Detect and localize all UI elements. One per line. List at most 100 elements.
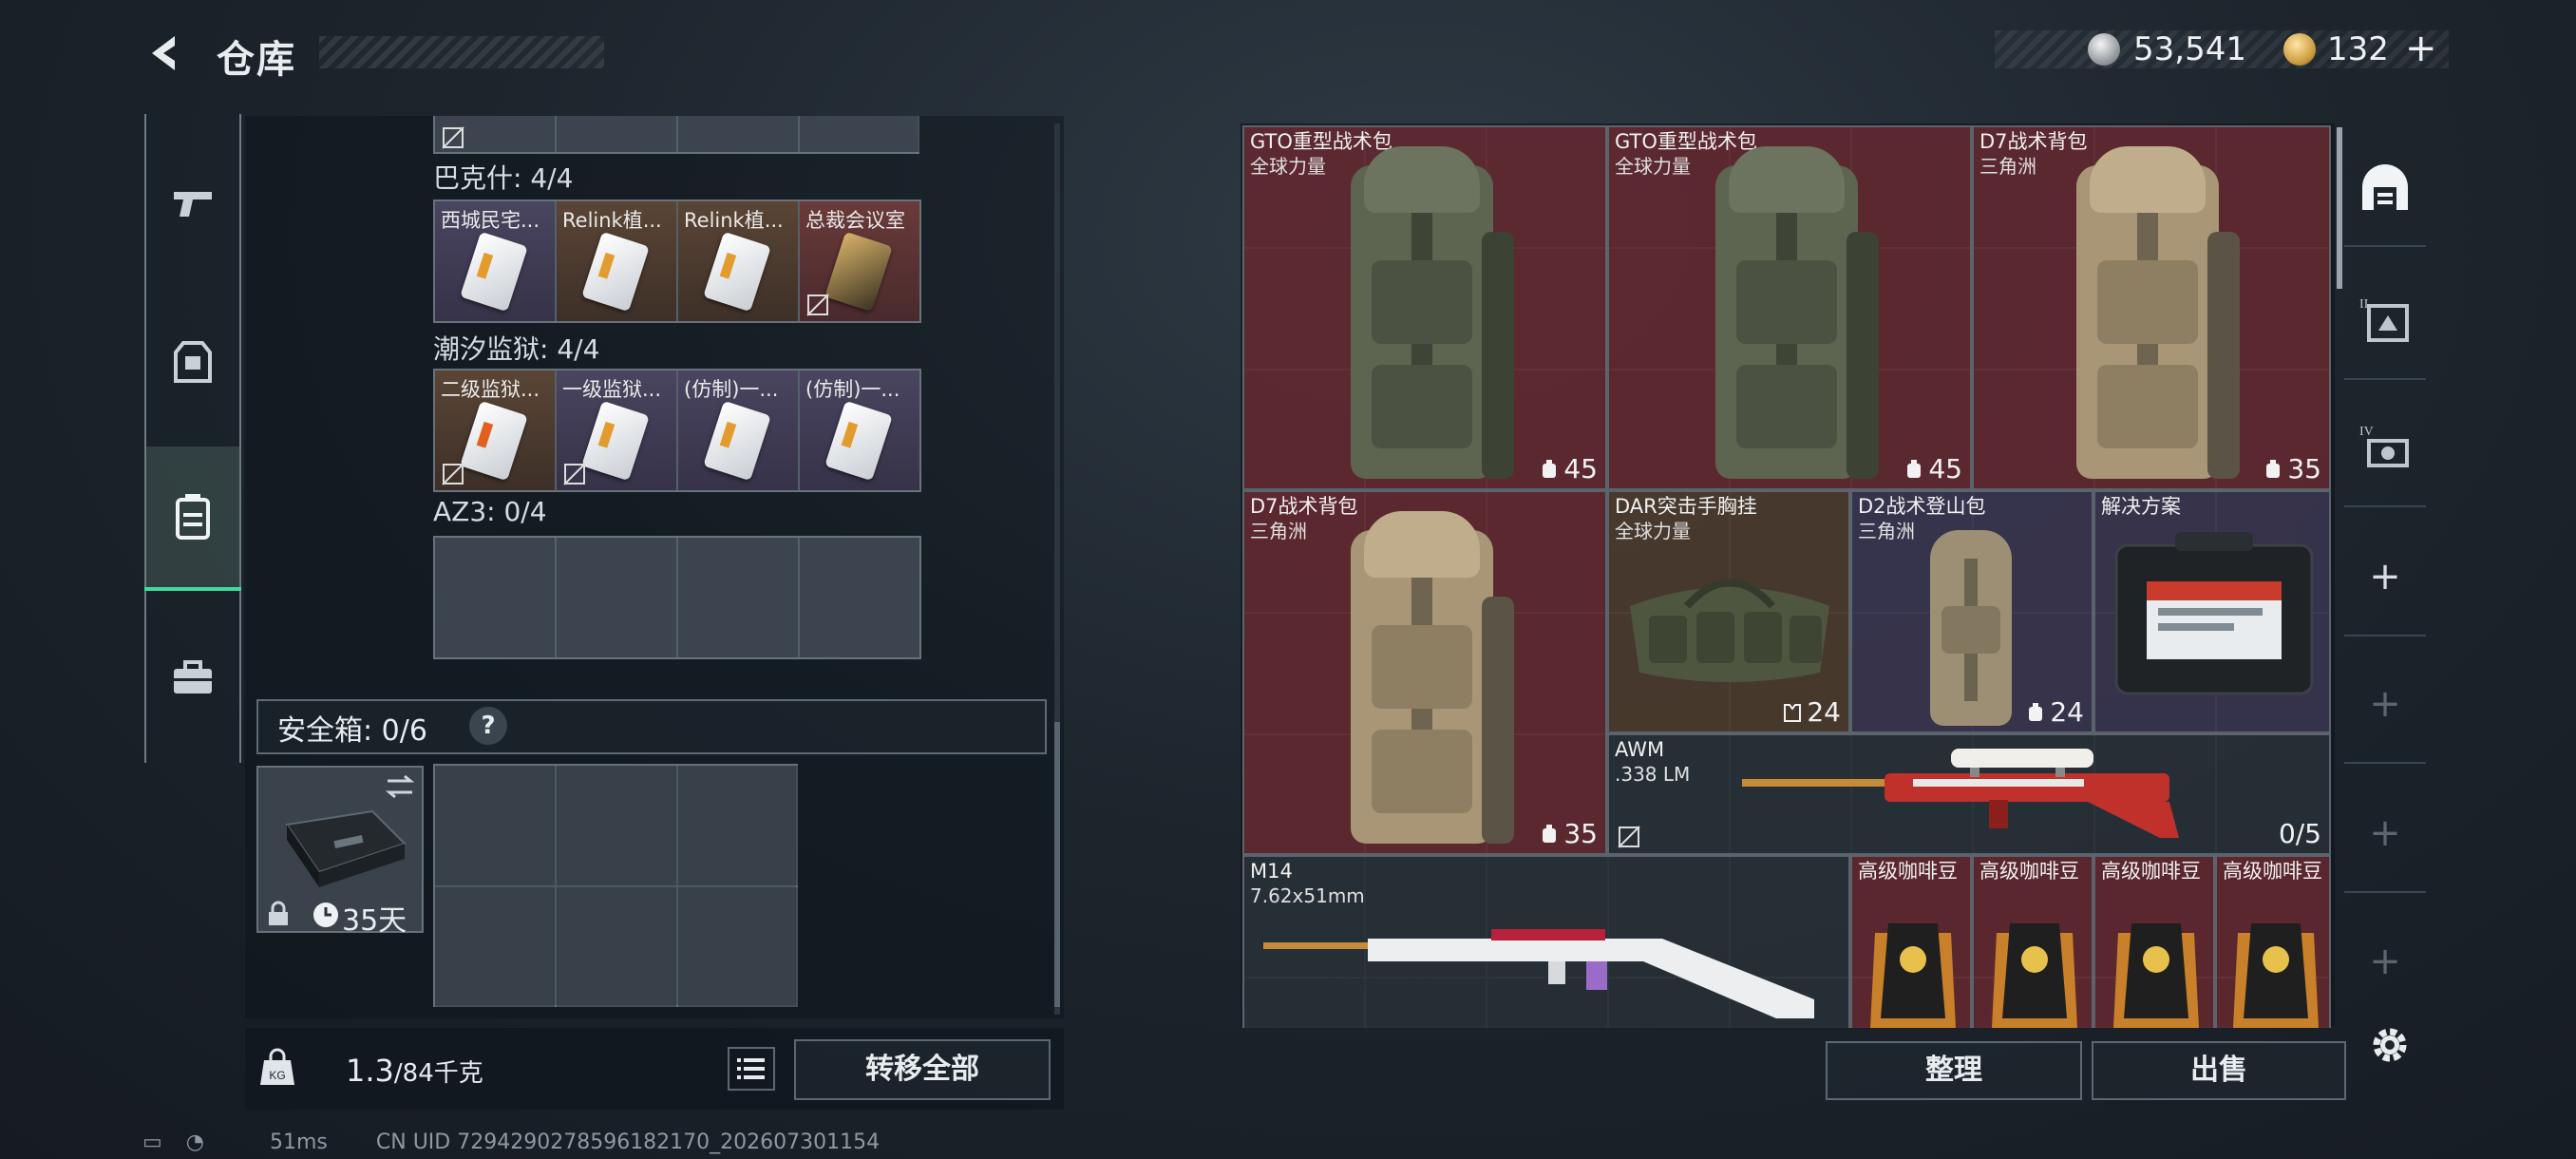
item-name: AWM xyxy=(1615,738,1665,761)
item-name: 高级咖啡豆 xyxy=(2223,860,2322,883)
keycard-item[interactable]: Relink植... xyxy=(678,201,798,321)
sort-button[interactable]: 整理 xyxy=(1826,1041,2082,1100)
plus-icon: + xyxy=(2369,682,2401,726)
safe-slot[interactable] xyxy=(678,766,798,885)
backpack-small-icon xyxy=(2029,703,2043,721)
safe-slot[interactable] xyxy=(435,766,555,885)
keycard-item[interactable]: 西城民宅... xyxy=(435,201,555,321)
no-drop-icon xyxy=(442,463,464,485)
stash-tab-2[interactable]: II xyxy=(2344,262,2426,380)
key-slot[interactable] xyxy=(800,538,919,657)
key-slot[interactable] xyxy=(678,116,798,152)
item-name: D7战术背包 xyxy=(1250,495,1358,518)
keycard-item[interactable]: 一级监狱... xyxy=(557,370,676,490)
rail-backpack-button[interactable] xyxy=(144,446,241,591)
add-stash-tab-button[interactable]: + xyxy=(2344,775,2426,893)
stash-item[interactable]: 高级咖啡豆 xyxy=(1850,855,1972,1028)
keycard-image xyxy=(460,231,528,313)
vest-small-icon xyxy=(1784,704,1802,722)
keycard-item[interactable]: (仿制)一... xyxy=(800,370,919,490)
transfer-all-button[interactable]: 转移全部 xyxy=(794,1039,1051,1100)
keycard-name: Relink植... xyxy=(684,209,784,232)
safe-slot[interactable] xyxy=(557,887,676,1007)
safe-box-label: 安全箱: 0/6 xyxy=(277,714,427,748)
key-slot[interactable] xyxy=(435,538,555,657)
add-gold-button[interactable]: + xyxy=(2405,27,2437,70)
safe-slot[interactable] xyxy=(557,766,676,885)
safe-box-container[interactable]: 35天 xyxy=(256,766,424,938)
weight-current: 1.3 xyxy=(346,1053,394,1089)
key-slot[interactable] xyxy=(435,116,555,152)
keycard-image xyxy=(824,400,893,482)
keycard-image xyxy=(703,231,771,313)
stash-item[interactable]: GTO重型战术包 全球力量 45 xyxy=(1607,125,1972,490)
stash-item[interactable]: GTO重型战术包 全球力量 45 xyxy=(1242,125,1607,490)
money-value: 53,541 xyxy=(2133,30,2246,68)
stash-item[interactable]: M14 7.62x51mm xyxy=(1242,855,1850,1028)
sell-button[interactable]: 出售 xyxy=(2092,1041,2346,1100)
left-scrollbar-thumb[interactable] xyxy=(1054,722,1060,1007)
plus-icon: + xyxy=(2369,555,2401,598)
key-group-grid xyxy=(433,536,921,659)
swap-arrows-icon[interactable] xyxy=(384,773,416,800)
stash-item[interactable]: 解决方案 xyxy=(2093,490,2331,733)
keycard-item[interactable]: Relink植... xyxy=(557,201,676,321)
keycard-name: Relink植... xyxy=(562,209,662,232)
add-stash-tab-button[interactable]: + xyxy=(2344,646,2426,764)
list-view-button[interactable] xyxy=(728,1047,775,1091)
stash-item[interactable]: 高级咖啡豆 xyxy=(2215,855,2331,1028)
stash-tab-main[interactable] xyxy=(2344,129,2426,247)
keycard-item[interactable]: (仿制)一... xyxy=(678,370,798,490)
awm-rifle-image xyxy=(1742,749,2179,838)
stash-item[interactable]: D7战术背包 三角洲 35 xyxy=(1242,490,1607,855)
partial-key-row xyxy=(433,116,919,154)
no-drop-icon xyxy=(442,126,464,149)
no-drop-icon xyxy=(806,294,829,316)
gear-icon[interactable] xyxy=(2367,1022,2413,1068)
keycard-name: (仿制)一... xyxy=(805,378,900,401)
item-name: D2战术登山包 xyxy=(1858,495,1986,518)
backpack-small-icon xyxy=(1543,825,1557,843)
key-slot[interactable] xyxy=(557,538,676,657)
weight-value: 1.3/84千克 xyxy=(346,1053,483,1089)
key-slot[interactable] xyxy=(678,538,798,657)
rail-equipment-button[interactable] xyxy=(144,315,241,410)
safe-slot[interactable] xyxy=(435,887,555,1007)
svg-text:KG: KG xyxy=(269,1069,285,1082)
stash-item[interactable]: 高级咖啡豆 xyxy=(1972,855,2093,1028)
stash-item[interactable]: 高级咖啡豆 xyxy=(2093,855,2215,1028)
stash-item[interactable]: AWM .338 LM 0/5 xyxy=(1607,733,2331,855)
safe-case-image xyxy=(285,809,407,887)
keycard-name: 二级监狱... xyxy=(441,378,540,401)
stash-tab-4[interactable]: IV xyxy=(2344,390,2426,507)
page-title: 仓库 xyxy=(217,38,296,82)
capacity-label: 24 xyxy=(2025,696,2084,728)
rail-tools-button[interactable] xyxy=(144,631,241,726)
keycard-item[interactable]: 总裁会议室 xyxy=(800,201,919,321)
stash-item[interactable]: D2战术登山包 三角洲 24 xyxy=(1850,490,2093,733)
key-slot[interactable] xyxy=(800,116,919,152)
add-stash-tab-button[interactable]: + xyxy=(2344,519,2426,636)
safe-slot[interactable] xyxy=(678,887,798,1007)
keycard-name: 总裁会议室 xyxy=(805,209,905,232)
capacity-label: 45 xyxy=(1539,453,1598,484)
capacity-label: 45 xyxy=(1904,453,1962,484)
capacity-label: 35 xyxy=(1539,818,1598,849)
item-subtitle: 全球力量 xyxy=(1250,155,1326,178)
plus-icon: + xyxy=(2369,940,2401,983)
wifi-icon: ◔ xyxy=(185,1130,204,1154)
backpack-image xyxy=(1351,146,1522,488)
key-slot[interactable] xyxy=(557,116,676,152)
keycard-image xyxy=(703,400,771,482)
stash-item[interactable]: DAR突击手胸挂 全球力量 24 xyxy=(1607,490,1850,733)
help-icon[interactable]: ? xyxy=(469,707,507,745)
stash-item[interactable]: D7战术背包 三角洲 35 xyxy=(1972,125,2331,490)
rail-weapon-button[interactable] xyxy=(144,156,241,251)
no-drop-icon xyxy=(563,463,586,485)
no-drop-icon xyxy=(1618,826,1640,848)
toolbox-icon xyxy=(174,660,212,694)
back-arrow-icon[interactable] xyxy=(142,30,188,76)
add-stash-tab-button[interactable]: + xyxy=(2344,902,2426,1020)
keycard-item[interactable]: 二级监狱... xyxy=(435,370,555,490)
item-name: DAR突击手胸挂 xyxy=(1615,495,1757,518)
